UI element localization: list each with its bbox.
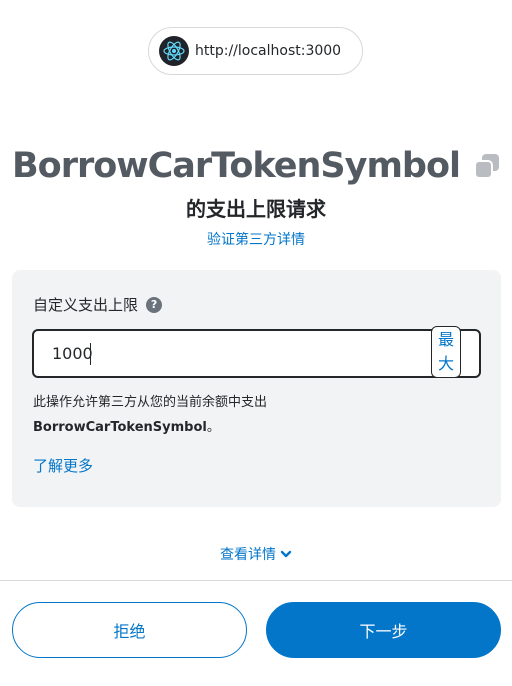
- view-details-label: 查看详情: [220, 547, 276, 563]
- reject-button[interactable]: 拒绝: [12, 602, 247, 658]
- help-icon[interactable]: ?: [146, 296, 163, 313]
- max-button-label-2: 大: [437, 354, 454, 373]
- verify-third-party-link[interactable]: 验证第三方详情: [0, 229, 512, 249]
- description-token-line: BorrowCarTokenSymbol。: [33, 415, 267, 440]
- custom-spending-cap-label: 自定义支出上限: [33, 296, 139, 314]
- learn-more-link[interactable]: 了解更多: [33, 455, 93, 476]
- request-subtitle: 的支出上限请求: [186, 197, 326, 221]
- max-button[interactable]: 最 大: [431, 326, 461, 378]
- token-title-row: BorrowCarTokenSymbol: [0, 138, 512, 194]
- spending-cap-card: 自定义支出上限 ? 最 大 此操作允许第三方从您的当前余额中支出 BorrowC…: [12, 270, 501, 507]
- token-symbol-title: BorrowCarTokenSymbol: [11, 146, 461, 186]
- spending-cap-request-page: http://localhost:3000 BorrowCarTokenSymb…: [0, 0, 512, 686]
- view-details-toggle[interactable]: 查看详情: [0, 544, 512, 564]
- react-atom-icon: [159, 36, 189, 66]
- spending-cap-input[interactable]: [52, 331, 422, 376]
- text-caret: [90, 343, 91, 365]
- copy-icon[interactable]: [474, 153, 500, 179]
- spending-cap-description: 此操作允许第三方从您的当前余额中支出 BorrowCarTokenSymbol。: [33, 390, 267, 440]
- chevron-down-icon: [280, 548, 292, 560]
- max-button-label-1: 最: [437, 330, 454, 349]
- next-button[interactable]: 下一步: [266, 602, 501, 658]
- custom-spending-cap-label-row: 自定义支出上限 ?: [33, 294, 163, 315]
- description-token: BorrowCarTokenSymbol: [33, 420, 207, 435]
- description-suffix: 。: [206, 420, 220, 435]
- spending-cap-field: 最 大: [32, 326, 481, 378]
- site-origin-pill: http://localhost:3000: [148, 27, 363, 75]
- description-text: 此操作允许第三方从您的当前余额中支出: [33, 395, 268, 410]
- site-origin-url: http://localhost:3000: [195, 43, 342, 59]
- footer-divider: [0, 580, 512, 581]
